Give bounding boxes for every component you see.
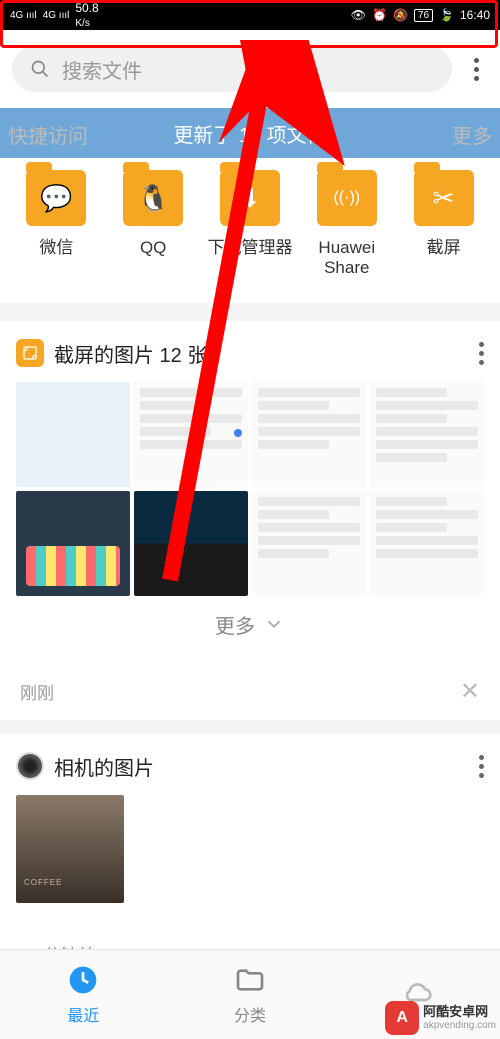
- quick-download[interactable]: ⬇ 下载管理器: [206, 170, 294, 279]
- quick-qq[interactable]: 🐧 QQ: [109, 170, 197, 279]
- search-row: 搜索文件: [0, 30, 500, 108]
- eye-icon: 👁: [351, 8, 366, 22]
- quick-screenshot[interactable]: ✂ 截屏: [400, 170, 488, 279]
- thumb[interactable]: [16, 491, 130, 596]
- watermark-name: 阿酷安卓网: [423, 1005, 496, 1019]
- battery-indicator: 76: [414, 9, 433, 22]
- camera-icon: [16, 752, 44, 780]
- camera-menu[interactable]: [479, 755, 484, 778]
- screenshot-icon: ✂: [414, 170, 474, 226]
- camera-thumb[interactable]: [16, 795, 124, 903]
- signal-1: 4G ıııl: [10, 10, 37, 21]
- chevron-down-icon: [263, 613, 285, 635]
- thumb[interactable]: [134, 491, 248, 596]
- watermark-badge: A: [385, 1001, 419, 1035]
- net-speed: 50.8K/s: [75, 1, 98, 29]
- nav-recent[interactable]: 最近: [0, 950, 167, 1039]
- screenshots-timestamp: 刚刚: [20, 679, 54, 704]
- thumb[interactable]: [370, 491, 484, 596]
- alarm-icon: ⏰: [372, 8, 387, 22]
- leaf-icon: 🍃: [439, 8, 454, 22]
- camera-title: 相机的图片: [54, 752, 154, 781]
- quick-huawei-share[interactable]: ((·)) Huawei Share: [303, 170, 391, 279]
- watermark-url: akpvending.com: [423, 1020, 496, 1031]
- search-placeholder: 搜索文件: [62, 55, 142, 84]
- mute-icon: 🔕: [393, 8, 408, 22]
- status-bar: 4G ıııl 4G ıııl 50.8K/s 👁 ⏰ 🔕 76 🍃 16:40: [0, 0, 500, 30]
- download-icon: ⬇: [220, 170, 280, 226]
- screenshots-grid: [16, 382, 484, 596]
- thumb[interactable]: [16, 382, 130, 487]
- screenshots-timestamp-row: 刚刚 ✕: [0, 663, 500, 720]
- camera-section: 相机的图片: [0, 734, 500, 921]
- dismiss-button[interactable]: ✕: [460, 677, 480, 706]
- clock-time: 16:40: [460, 8, 490, 22]
- clock-icon: [67, 964, 99, 996]
- screenshots-section: 截屏的图片 12 张 更多: [0, 321, 500, 663]
- signal-2: 4G ıııl: [43, 10, 70, 21]
- watermark: A 阿酷安卓网 akpvending.com: [385, 1001, 496, 1035]
- search-icon: [30, 59, 50, 79]
- overflow-menu[interactable]: [464, 58, 488, 81]
- screenshots-title: 截屏的图片 12 张: [54, 339, 207, 368]
- quick-access-section: 快捷访问 更多 💬 微信 🐧 QQ ⬇ 下载管理器 ((·)) Huawei S…: [0, 158, 500, 303]
- thumb[interactable]: [252, 382, 366, 487]
- screenshots-more[interactable]: 更多: [16, 596, 484, 645]
- share-icon: ((·)): [317, 170, 377, 226]
- thumb[interactable]: [370, 382, 484, 487]
- wechat-icon: 💬: [26, 170, 86, 226]
- nav-category[interactable]: 分类: [167, 950, 334, 1039]
- quick-access-title: 快捷访问: [8, 120, 88, 149]
- quick-access-more[interactable]: 更多: [452, 120, 492, 149]
- search-input[interactable]: 搜索文件: [12, 46, 452, 92]
- screenshots-badge-icon: [16, 339, 44, 367]
- quick-wechat[interactable]: 💬 微信: [12, 170, 100, 279]
- thumb[interactable]: [134, 382, 248, 487]
- screenshots-menu[interactable]: [479, 342, 484, 365]
- thumb[interactable]: [252, 491, 366, 596]
- qq-icon: 🐧: [123, 170, 183, 226]
- folder-icon: [234, 964, 266, 996]
